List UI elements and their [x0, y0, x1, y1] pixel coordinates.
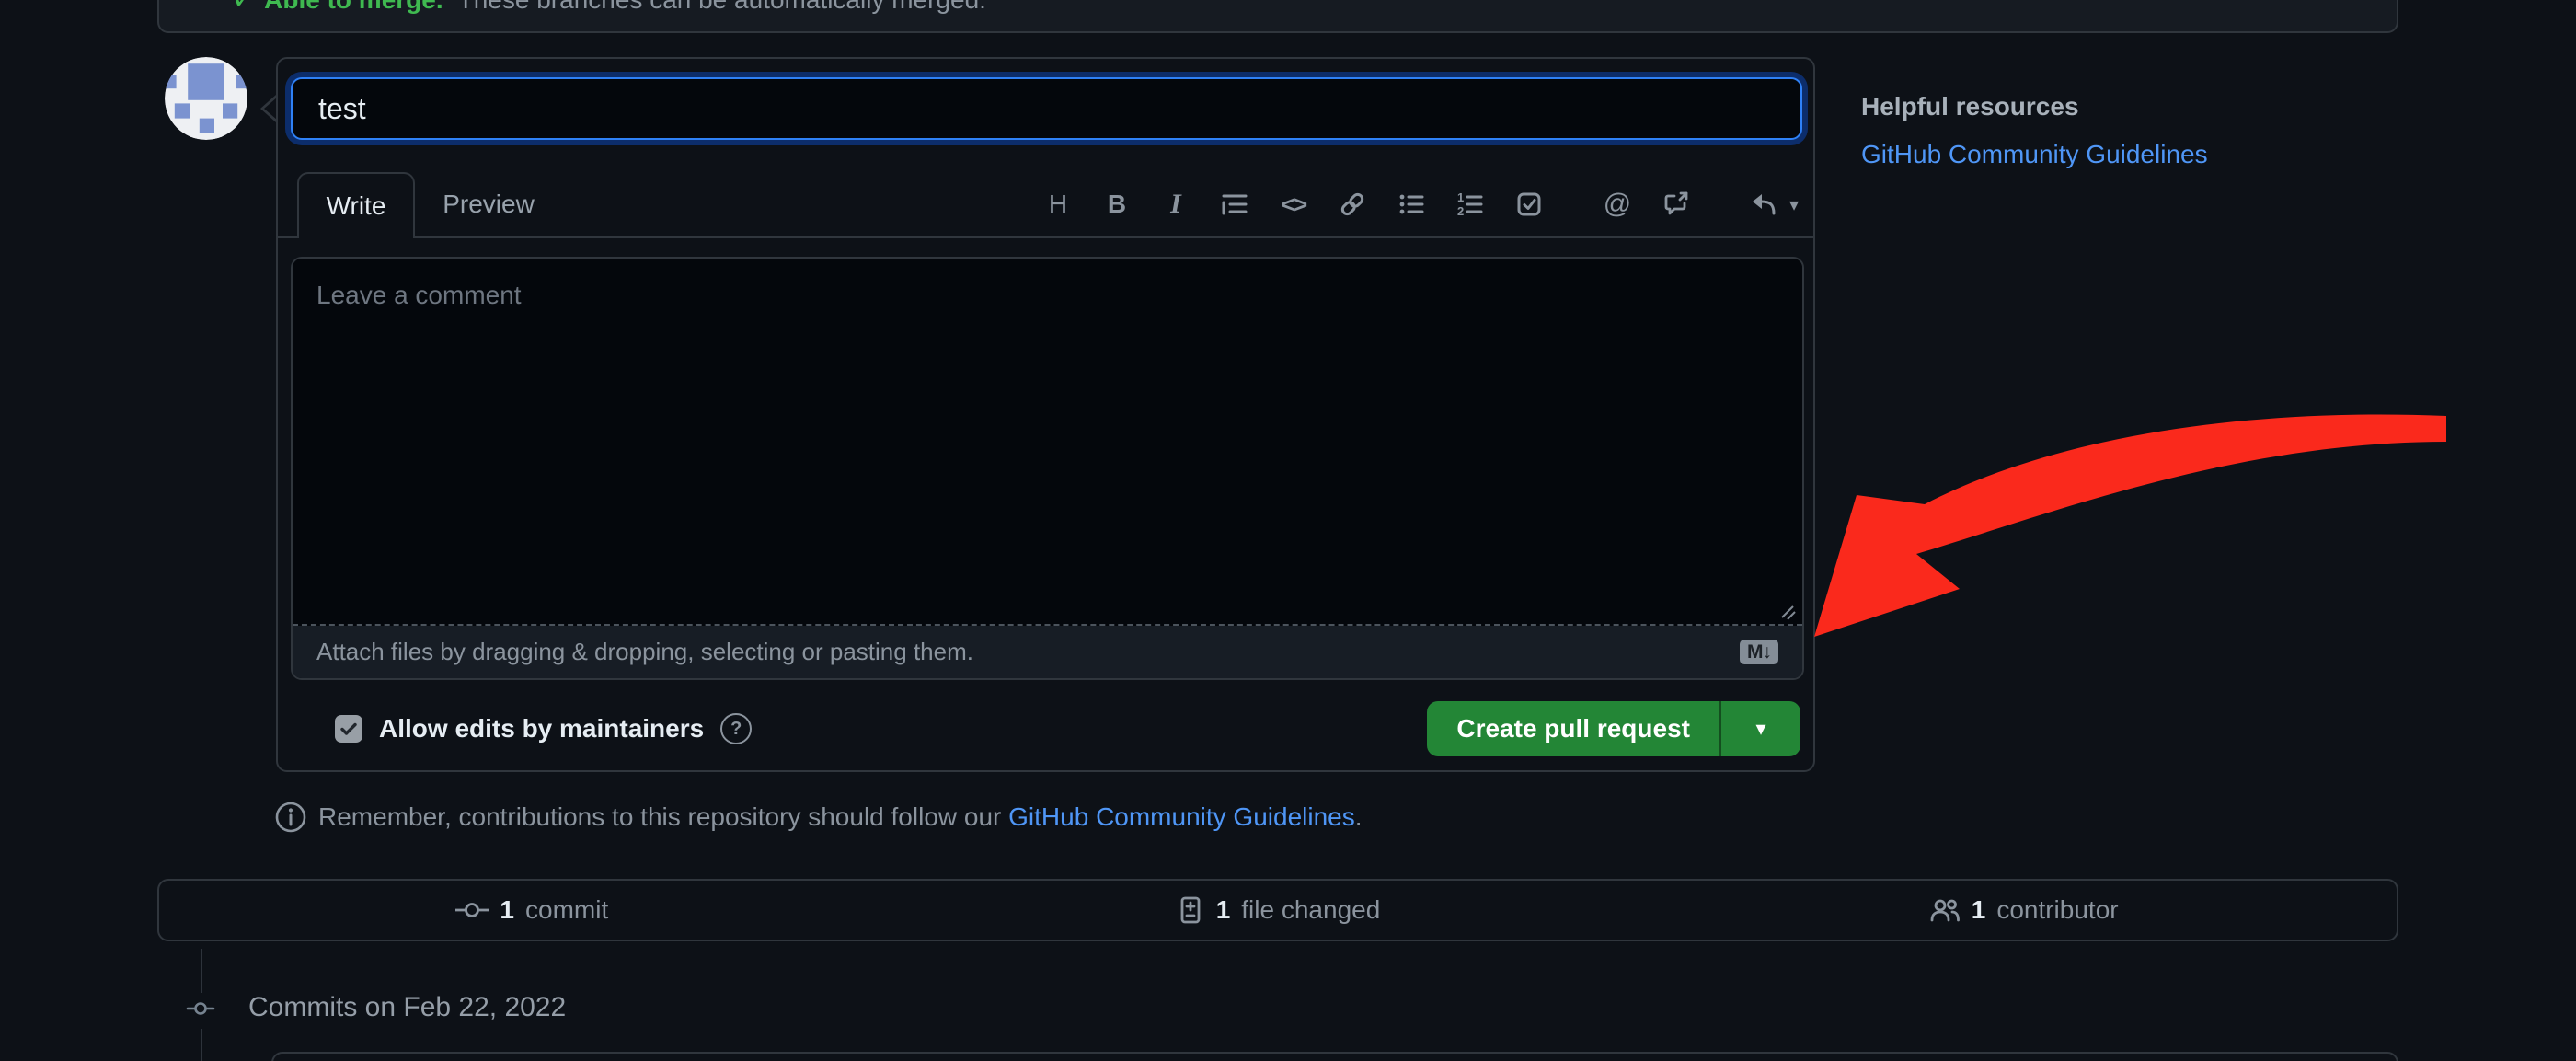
- italic-icon[interactable]: I: [1160, 189, 1191, 220]
- form-actions-row: Allow edits by maintainers ? Create pull…: [291, 700, 1800, 757]
- heading-icon[interactable]: H: [1042, 189, 1074, 220]
- svg-text:1: 1: [1457, 190, 1464, 204]
- sidebar-heading: Helpful resources: [1861, 92, 2079, 121]
- avatar: [165, 57, 247, 140]
- identicon-image: [165, 57, 247, 140]
- comment-textarea[interactable]: [293, 259, 1802, 626]
- info-icon: [274, 801, 307, 834]
- reply-dropdown-caret-icon[interactable]: ▾: [1789, 193, 1799, 216]
- pr-form-card: Write Preview H B I <>: [276, 57, 1815, 772]
- tab-preview[interactable]: Preview: [415, 172, 562, 236]
- ordered-list-icon[interactable]: 12: [1455, 189, 1486, 220]
- people-icon: [1929, 895, 1961, 925]
- cross-reference-icon[interactable]: [1661, 189, 1692, 220]
- create-pr-button[interactable]: Create pull request: [1427, 701, 1719, 756]
- commit-icon: [180, 993, 221, 1029]
- pr-stats-bar: 1 commit 1 file changed 1 contributor: [157, 879, 2398, 941]
- guidelines-note-text: Remember, contributions to this reposito…: [318, 802, 1363, 832]
- markdown-icon[interactable]: M↓: [1740, 640, 1778, 664]
- pr-title-input[interactable]: [291, 77, 1802, 140]
- allow-edits-checkbox[interactable]: [335, 715, 362, 743]
- create-pr-dropdown-caret-icon[interactable]: ▾: [1721, 701, 1800, 756]
- sidebar-guidelines-link[interactable]: GitHub Community Guidelines: [1861, 140, 2208, 169]
- guidelines-link[interactable]: GitHub Community Guidelines: [1008, 802, 1355, 831]
- quote-icon[interactable]: [1219, 189, 1250, 220]
- link-icon[interactable]: [1337, 189, 1368, 220]
- svg-text:2: 2: [1457, 204, 1464, 218]
- tab-write[interactable]: Write: [297, 172, 415, 238]
- textarea-resize-handle[interactable]: [1778, 603, 1797, 621]
- comment-editor: Attach files by dragging & dropping, sel…: [291, 257, 1804, 680]
- code-icon[interactable]: <>: [1278, 189, 1309, 220]
- allow-edits-group: Allow edits by maintainers ?: [335, 713, 752, 744]
- commit-list-card: [271, 1052, 2398, 1061]
- bold-icon[interactable]: B: [1101, 189, 1133, 220]
- unordered-list-icon[interactable]: [1396, 189, 1427, 220]
- help-icon[interactable]: ?: [720, 713, 752, 744]
- merge-status-text: Able to merge.: [264, 0, 443, 15]
- pr-create-page: ✓ Able to merge. These branches can be a…: [0, 0, 2576, 1061]
- check-icon: ✓: [232, 0, 255, 16]
- commit-icon: [455, 895, 489, 925]
- merge-status-banner: ✓ Able to merge. These branches can be a…: [157, 0, 2398, 33]
- guidelines-note: Remember, contributions to this reposito…: [274, 801, 1363, 834]
- stat-commits[interactable]: 1 commit: [159, 881, 905, 940]
- comment-tab-header: Write Preview H B I <>: [278, 172, 1813, 238]
- merge-status-message: These branches can be automatically merg…: [458, 0, 986, 15]
- allow-edits-label[interactable]: Allow edits by maintainers: [379, 714, 704, 744]
- stat-contributors[interactable]: 1 contributor: [1650, 881, 2397, 940]
- create-pr-split-button: Create pull request ▾: [1427, 701, 1800, 756]
- file-diff-icon: [1176, 895, 1205, 925]
- stat-files-changed[interactable]: 1 file changed: [905, 881, 1651, 940]
- attach-files-bar[interactable]: Attach files by dragging & dropping, sel…: [293, 626, 1802, 678]
- reply-icon[interactable]: [1749, 189, 1780, 220]
- tasklist-icon[interactable]: [1513, 189, 1545, 220]
- mention-icon[interactable]: @: [1602, 189, 1633, 220]
- markdown-toolbar: H B I <>: [1042, 172, 1799, 236]
- attach-files-hint[interactable]: Attach files by dragging & dropping, sel…: [316, 638, 973, 666]
- commits-date-heading: Commits on Feb 22, 2022: [248, 992, 566, 1023]
